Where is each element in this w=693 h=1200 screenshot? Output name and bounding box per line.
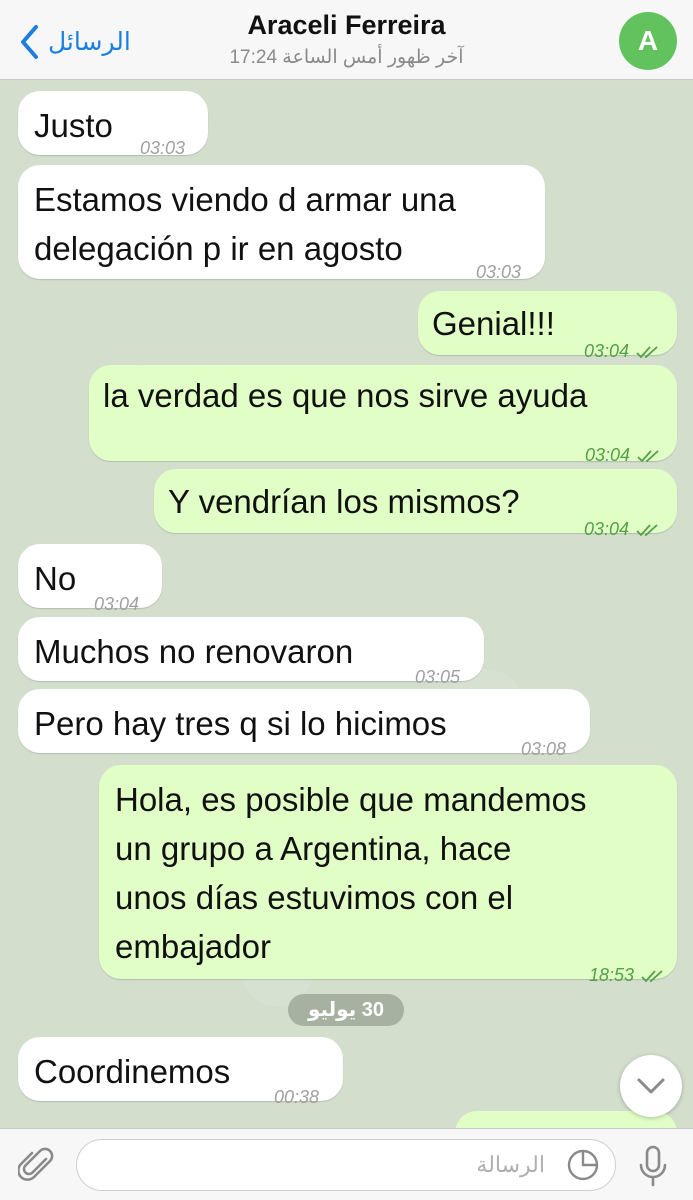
read-ticks-icon [636, 346, 658, 359]
contact-name[interactable]: Araceli Ferreira [0, 10, 693, 41]
message-bubble[interactable]: Hola, es posible que mandemos un grupo a… [99, 765, 677, 985]
read-ticks-icon [636, 524, 658, 537]
last-seen-status: آخر ظهور أمس الساعة 17:24 [229, 47, 464, 68]
message-text: la verdad es que nos sirve ayuda [103, 377, 588, 414]
message-text: delegación p ir en agosto [34, 230, 403, 267]
paperclip-icon[interactable] [18, 1145, 56, 1185]
message-bubble[interactable]: Pero hay tres q si lo hicimos 03:08 [18, 689, 590, 759]
read-ticks-icon [641, 970, 663, 983]
chat-header: الرسائل Araceli Ferreira آخر ظهور أمس ال… [0, 0, 693, 80]
message-bubble[interactable]: Coordinemos 00:38 [18, 1037, 343, 1107]
message-text: Muchos no renovaron [34, 633, 354, 670]
avatar[interactable]: A [619, 12, 677, 70]
microphone-icon[interactable] [638, 1145, 668, 1187]
message-bubble[interactable]: Estamos viendo d armar una delegación p … [18, 165, 545, 282]
message-time-value: 03:04 [584, 341, 630, 361]
message-text: embajador [115, 928, 271, 965]
avatar-letter: A [637, 25, 659, 56]
message-time: 03:03 [476, 262, 522, 282]
sticker-icon[interactable] [566, 1148, 600, 1182]
composer [0, 1128, 693, 1200]
message-bubble[interactable]: Y vendrían los mismos? 03:04 [154, 469, 677, 539]
message-text: Pero hay tres q si lo hicimos [34, 705, 447, 742]
message-text: No [34, 560, 77, 597]
message-bubble[interactable]: No 03:04 [18, 544, 162, 614]
message-list[interactable]: Justo 03:03 Estamos viendo d armar una d… [0, 81, 693, 1128]
message-text: Estamos viendo d armar una [34, 181, 456, 218]
message-text: unos días estuvimos con el [115, 879, 514, 916]
message-time-value: 03:04 [585, 445, 631, 465]
message-input[interactable] [76, 1139, 616, 1191]
message-text: Justo [34, 107, 113, 144]
message-time: 18:53 [589, 951, 665, 1000]
scroll-to-bottom-button[interactable] [620, 1055, 682, 1117]
message-bubble[interactable]: Muchos no renovaron 03:05 [18, 617, 484, 687]
chevron-down-icon [637, 1078, 665, 1094]
message-text: Coordinemos [34, 1053, 231, 1090]
message-time: 03:04 [584, 505, 660, 554]
message-text: Genial!!! [432, 305, 555, 342]
read-ticks-icon [637, 450, 659, 463]
message-text: un grupo a Argentina, hace [115, 830, 512, 867]
message-time-value: 03:04 [584, 519, 630, 539]
message-time: 00:38 [274, 1087, 320, 1107]
message-bubble[interactable]: la verdad es que nos sirve ayuda 03:04 [89, 365, 677, 465]
message-text: Hola, es posible que mandemos [115, 781, 587, 818]
message-bubble[interactable]: Justo 03:03 [18, 91, 208, 158]
date-separator: 30 يوليو [288, 994, 404, 1026]
message-text: Y vendrían los mismos? [168, 483, 520, 520]
message-bubble[interactable]: Genial!!! 03:04 [418, 291, 677, 361]
message-time-value: 18:53 [589, 965, 635, 985]
